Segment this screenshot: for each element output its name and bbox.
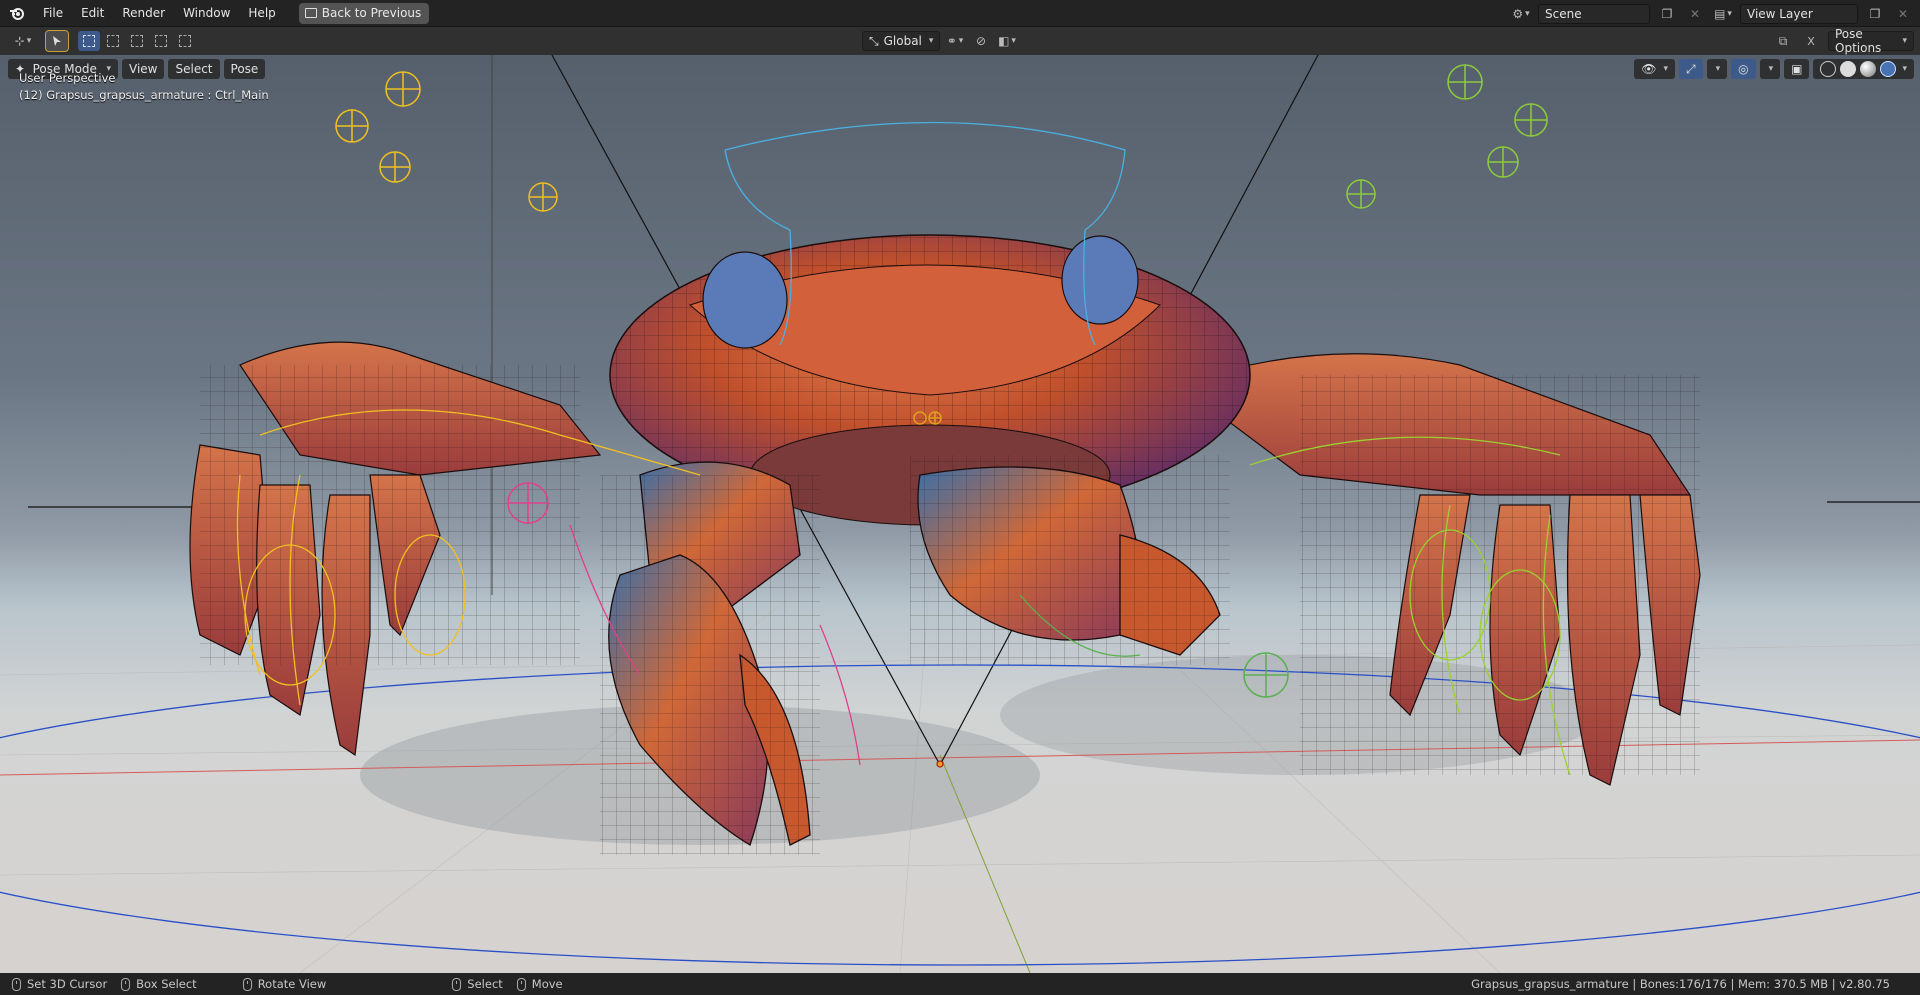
xray-toggle-icon[interactable]: ▣: [1784, 59, 1810, 79]
select-subtract-icon[interactable]: [126, 31, 148, 51]
snap-target-icon[interactable]: ◧ ▾: [996, 31, 1018, 51]
screen-icon: [304, 8, 317, 18]
delete-view-layer-icon[interactable]: ✕: [1892, 4, 1914, 24]
blender-logo-icon[interactable]: [8, 4, 26, 22]
shading-mode-group: ▾: [1813, 59, 1914, 79]
transform-orientation-dropdown[interactable]: ⤡ Global ▾: [862, 31, 940, 51]
delete-scene-icon[interactable]: ✕: [1684, 4, 1706, 24]
pivot-point-icon[interactable]: ⚭ ▾: [944, 31, 966, 51]
overlay-toggle-icon[interactable]: ◎: [1731, 59, 1756, 79]
scene-statistics: Grapsus_grapsus_armature | Bones:176/176…: [1471, 977, 1890, 991]
overlay-dropdown[interactable]: ▾: [1759, 59, 1781, 79]
chevron-down-icon[interactable]: ▾: [1902, 64, 1907, 74]
wireframe-shading-icon[interactable]: [1820, 61, 1837, 77]
3d-cursor: [936, 760, 944, 768]
scene-field[interactable]: Scene: [1538, 3, 1650, 24]
mirror-icon[interactable]: ⧉: [1772, 31, 1794, 51]
pose-options-dropdown[interactable]: Pose Options ▾: [1828, 27, 1914, 55]
back-to-previous-label: Back to Previous: [321, 6, 422, 20]
view-layer-name: View Layer: [1747, 6, 1813, 21]
right-claw: [910, 455, 1230, 665]
material-shading-icon[interactable]: [1860, 61, 1877, 77]
menu-window[interactable]: Window: [174, 2, 239, 24]
header-right: ⧉ X Pose Options ▾: [1772, 27, 1920, 55]
mouse-right-icon: [516, 977, 526, 991]
viewport-scene: [0, 55, 1920, 973]
3d-viewport[interactable]: ✦ Pose Mode ▾ View Select Pose User Pers…: [0, 55, 1920, 973]
back-to-previous-button[interactable]: Back to Previous: [298, 2, 430, 24]
hint-rotate-view: Rotate View: [242, 977, 326, 991]
chevron-down-icon: ▾: [928, 36, 934, 46]
hint-box-select: Box Select: [121, 977, 197, 991]
status-bar: Set 3D Cursor Box Select Rotate View Sel…: [0, 973, 1920, 995]
select-tool-icon[interactable]: [45, 30, 69, 52]
viewport-shading-tools: 👁 ▾ ⤢ ▾ ◎ ▾ ▣ ▾: [1634, 59, 1914, 79]
workspace-selectors: ⚙ ▾ Scene ❐ ✕ ▤ ▾ View Layer ❐ ✕: [1510, 0, 1920, 27]
view-layer-field[interactable]: View Layer: [1740, 3, 1858, 24]
editor-type-icon[interactable]: ⊹ ▾: [8, 31, 38, 51]
visibility-icon[interactable]: 👁 ▾: [1634, 59, 1675, 79]
snap-icon[interactable]: ⊘: [970, 31, 992, 51]
orientation-value: Global: [883, 34, 922, 48]
left-legs: [189, 341, 602, 757]
scene-type-icon[interactable]: ⚙ ▾: [1510, 4, 1532, 24]
view-menu[interactable]: View: [122, 59, 165, 79]
view-layer-type-icon[interactable]: ▤ ▾: [1712, 4, 1734, 24]
select-new-icon[interactable]: [78, 31, 100, 51]
x-axis-toggle[interactable]: X: [1800, 31, 1822, 51]
select-intersect-icon[interactable]: [174, 31, 196, 51]
gizmo-dropdown[interactable]: ▾: [1706, 59, 1728, 79]
pose-menu[interactable]: Pose: [223, 59, 266, 79]
select-invert-icon[interactable]: [150, 31, 172, 51]
menu-help[interactable]: Help: [239, 2, 284, 24]
chevron-down-icon: ▾: [1902, 36, 1907, 46]
new-scene-icon[interactable]: ❐: [1656, 4, 1678, 24]
top-menu-bar: File Edit Render Window Help Back to Pre…: [0, 0, 1920, 27]
orientation-icon: ⤡: [869, 33, 879, 48]
rendered-shading-icon[interactable]: [1880, 61, 1897, 77]
select-menu[interactable]: Select: [168, 59, 220, 79]
active-object-label: (12) Grapsus_grapsus_armature : Ctrl_Mai…: [19, 88, 269, 102]
hint-move: Move: [516, 977, 563, 991]
solid-shading-icon[interactable]: [1840, 61, 1857, 77]
mouse-middle-icon: [242, 977, 252, 991]
menu-render[interactable]: Render: [113, 2, 174, 24]
mouse-left-icon: [452, 977, 462, 991]
menu-file[interactable]: File: [34, 2, 72, 24]
pose-options-label: Pose Options: [1835, 27, 1882, 55]
left-claw: [600, 461, 820, 855]
viewport-perspective-label: User Perspective: [19, 71, 116, 85]
select-extend-icon[interactable]: [102, 31, 124, 51]
scene-name: Scene: [1545, 6, 1582, 21]
gizmo-toggle-icon[interactable]: ⤢: [1678, 59, 1703, 79]
hint-set-3d-cursor: Set 3D Cursor: [12, 977, 107, 991]
mouse-drag-icon: [121, 977, 131, 991]
mouse-left-icon: [12, 977, 21, 991]
new-view-layer-icon[interactable]: ❐: [1864, 4, 1886, 24]
tool-settings-header: ⊹ ▾ ⤡ Global ▾ ⚭ ▾ ⊘ ◧ ▾ ⧉ X Pose Options ▾: [0, 27, 1920, 55]
hint-select: Select: [452, 977, 503, 991]
menu-edit[interactable]: Edit: [72, 2, 113, 24]
